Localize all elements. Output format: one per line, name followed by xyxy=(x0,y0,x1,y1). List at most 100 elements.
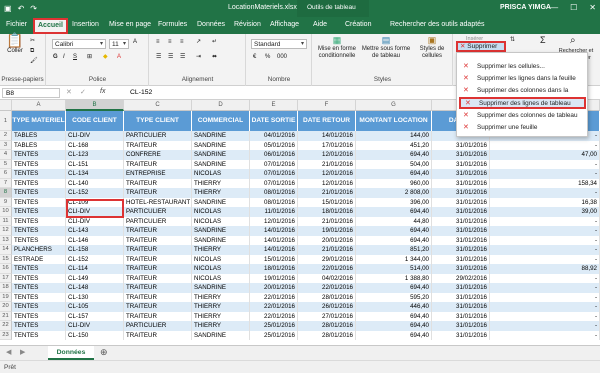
user-name[interactable]: PRISCA YIMGA xyxy=(500,4,551,11)
table-cell[interactable]: TENTES xyxy=(12,188,66,198)
table-cell[interactable]: CL-140 xyxy=(66,178,124,188)
tell-me-search[interactable]: Rechercher des outils adaptés xyxy=(390,21,485,28)
row-header[interactable]: 22 xyxy=(0,321,12,331)
table-cell[interactable]: 446,40 xyxy=(356,302,432,312)
table-cell[interactable]: 31/01/2016 xyxy=(432,302,490,312)
wrap-text-icon[interactable]: ↵ xyxy=(212,39,217,46)
table-cell[interactable]: 47,00 xyxy=(490,150,600,160)
table-cell[interactable]: TRAITEUR xyxy=(124,140,192,150)
row-header[interactable]: 20 xyxy=(0,302,12,312)
format-painter-icon[interactable]: 🖌 xyxy=(30,58,38,65)
column-header-b[interactable]: B xyxy=(66,100,124,111)
row-header[interactable]: 14 xyxy=(0,245,12,255)
tab-affichage[interactable]: Affichage xyxy=(270,21,299,28)
table-cell[interactable]: 31/01/2016 xyxy=(432,321,490,331)
table-cell[interactable]: 22/01/2016 xyxy=(250,292,298,302)
row-header[interactable]: 4 xyxy=(0,150,12,160)
table-cell[interactable]: THIERRY xyxy=(192,311,250,321)
save-icon[interactable]: ▣ xyxy=(4,4,12,13)
table-cell[interactable]: THIERRY xyxy=(192,321,250,331)
table-cell[interactable]: PLANCHERS xyxy=(12,245,66,255)
table-cell[interactable]: TRAITEUR xyxy=(124,264,192,274)
table-cell[interactable]: - xyxy=(490,169,600,179)
table-header-cell[interactable]: DATE SORTIE xyxy=(250,111,298,131)
row-header[interactable]: 6 xyxy=(0,169,12,179)
table-cell[interactable]: 12/01/2016 xyxy=(298,178,356,188)
table-cell[interactable]: - xyxy=(490,216,600,226)
table-cell[interactable]: 31/01/2016 xyxy=(432,245,490,255)
table-cell[interactable]: PARTICULIER xyxy=(124,216,192,226)
tab-accueil[interactable]: Accueil xyxy=(33,18,68,34)
align-bottom-icon[interactable]: ≡ xyxy=(180,39,184,46)
tab-creation[interactable]: Création xyxy=(345,21,371,28)
table-cell[interactable]: 22/01/2016 xyxy=(298,264,356,274)
table-cell[interactable]: 07/01/2016 xyxy=(250,178,298,188)
insert-function-icon[interactable]: fx xyxy=(100,88,105,95)
column-header-a[interactable]: A xyxy=(12,100,66,111)
table-cell[interactable]: 14/01/2016 xyxy=(250,245,298,255)
table-cell[interactable]: 05/01/2016 xyxy=(250,140,298,150)
menu-item-delete-cells[interactable]: ✕ Supprimer les cellules... xyxy=(459,61,586,73)
table-cell[interactable]: 694,40 xyxy=(356,283,432,293)
row-header[interactable]: 1 xyxy=(0,111,12,131)
table-cell[interactable]: 16,38 xyxy=(490,197,600,207)
table-header-cell[interactable]: TYPE MATERIEL xyxy=(12,111,66,131)
close-icon[interactable]: ✕ xyxy=(589,3,596,12)
table-cell[interactable]: 1 344,00 xyxy=(356,254,432,264)
maximize-icon[interactable]: ☐ xyxy=(570,3,577,12)
table-cell[interactable]: SANDRINE xyxy=(192,159,250,169)
table-cell[interactable]: 11/01/2016 xyxy=(250,207,298,217)
row-header[interactable]: 2 xyxy=(0,131,12,141)
table-cell[interactable]: NICOLAS xyxy=(192,169,250,179)
table-cell[interactable]: 06/01/2016 xyxy=(250,150,298,160)
table-cell[interactable]: ESTRADE xyxy=(12,254,66,264)
enter-icon[interactable]: ✓ xyxy=(80,88,86,96)
table-cell[interactable]: CL-123 xyxy=(66,150,124,160)
italic-button[interactable]: I xyxy=(63,54,65,61)
table-cell[interactable]: CONFRERE xyxy=(124,150,192,160)
table-cell[interactable]: THIERRY xyxy=(192,178,250,188)
table-cell[interactable]: TRAITEUR xyxy=(124,330,192,340)
cell-styles-button[interactable]: ▣ Styles de cellules xyxy=(415,36,449,60)
table-cell[interactable]: TRAITEUR xyxy=(124,226,192,236)
row-header[interactable]: 13 xyxy=(0,235,12,245)
table-cell[interactable]: TENTES xyxy=(12,273,66,283)
font-name-select[interactable]: Calibri xyxy=(52,39,106,49)
table-cell[interactable]: CL-150 xyxy=(66,330,124,340)
table-cell[interactable]: 20/01/2016 xyxy=(298,235,356,245)
column-header-c[interactable]: C xyxy=(124,100,192,111)
table-cell[interactable]: 27/01/2016 xyxy=(298,311,356,321)
table-cell[interactable]: TENTES xyxy=(12,207,66,217)
table-cell[interactable]: TENTES xyxy=(12,292,66,302)
table-cell[interactable]: 25/01/2016 xyxy=(250,321,298,331)
table-cell[interactable]: 694,40 xyxy=(356,321,432,331)
table-cell[interactable]: 31/01/2016 xyxy=(432,264,490,274)
table-cell[interactable]: CL-143 xyxy=(66,226,124,236)
table-cell[interactable]: NICOLAS xyxy=(192,207,250,217)
table-cell[interactable]: 31/01/2016 xyxy=(432,216,490,226)
table-cell[interactable]: PARTICULIER xyxy=(124,131,192,141)
redo-icon[interactable]: ↷ xyxy=(30,4,37,13)
table-cell[interactable]: 694,40 xyxy=(356,330,432,340)
table-cell[interactable]: 25/01/2016 xyxy=(250,330,298,340)
table-cell[interactable]: TRAITEUR xyxy=(124,178,192,188)
row-header[interactable]: 16 xyxy=(0,264,12,274)
cut-icon[interactable]: ✂ xyxy=(30,38,35,45)
format-as-table-button[interactable]: ▤ Mettre sous forme de tableau xyxy=(361,36,411,60)
table-cell[interactable]: 694,40 xyxy=(356,169,432,179)
table-cell[interactable]: NICOLAS xyxy=(192,216,250,226)
table-cell[interactable]: 88,92 xyxy=(490,264,600,274)
table-cell[interactable]: 451,20 xyxy=(356,140,432,150)
table-cell[interactable]: 21/01/2016 xyxy=(298,216,356,226)
row-header[interactable]: 11 xyxy=(0,216,12,226)
table-cell[interactable]: CL-146 xyxy=(66,235,124,245)
table-cell[interactable]: TRAITEUR xyxy=(124,188,192,198)
table-cell[interactable]: 31/01/2016 xyxy=(432,159,490,169)
menu-item-delete-sheet[interactable]: ✕ Supprimer une feuille xyxy=(459,122,586,134)
table-cell[interactable]: CL-114 xyxy=(66,264,124,274)
table-cell[interactable]: TRAITEUR xyxy=(124,311,192,321)
menu-item-delete-table-columns[interactable]: ✕ Supprimer des colonnes de tableau xyxy=(459,110,586,122)
table-cell[interactable]: 31/01/2016 xyxy=(432,169,490,179)
tab-mise-en-page[interactable]: Mise en page xyxy=(109,21,151,28)
table-cell[interactable]: - xyxy=(490,283,600,293)
